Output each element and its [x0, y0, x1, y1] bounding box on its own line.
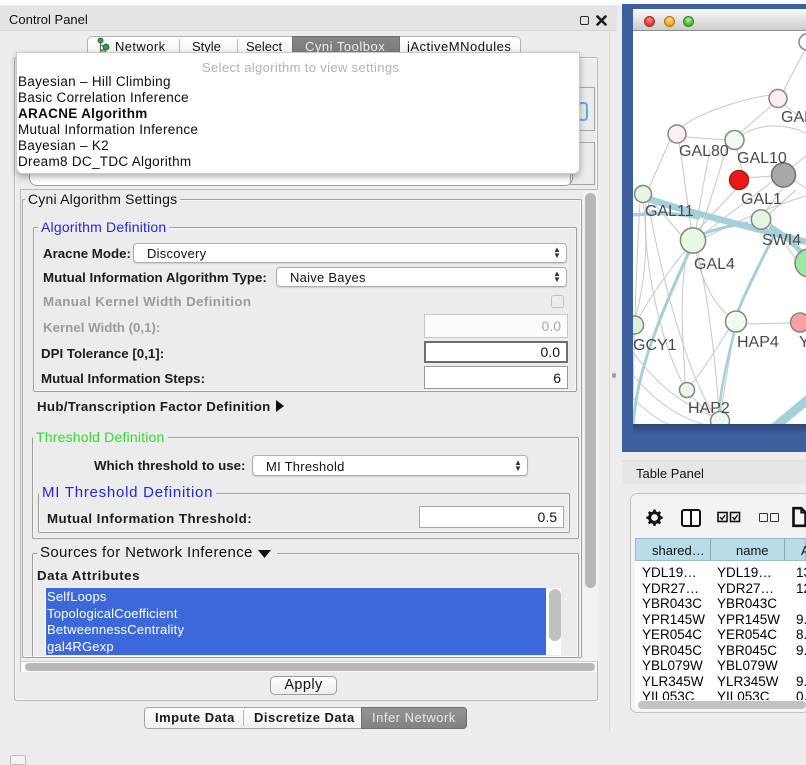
- svg-text:GAL11: GAL11: [645, 203, 694, 220]
- svg-text:GAL80: GAL80: [679, 143, 729, 160]
- svg-text:Y: Y: [799, 334, 806, 351]
- svg-text:GCY1: GCY1: [633, 337, 677, 354]
- svg-text:HAP4: HAP4: [737, 334, 779, 351]
- svg-text:HAP2: HAP2: [688, 400, 730, 417]
- svg-text:GAL10: GAL10: [737, 150, 787, 167]
- svg-text:GAL1: GAL1: [741, 191, 782, 208]
- svg-text:SWI4: SWI4: [762, 232, 801, 249]
- svg-text:GAL4: GAL4: [694, 256, 735, 273]
- svg-text:GAL7: GAL7: [781, 109, 806, 126]
